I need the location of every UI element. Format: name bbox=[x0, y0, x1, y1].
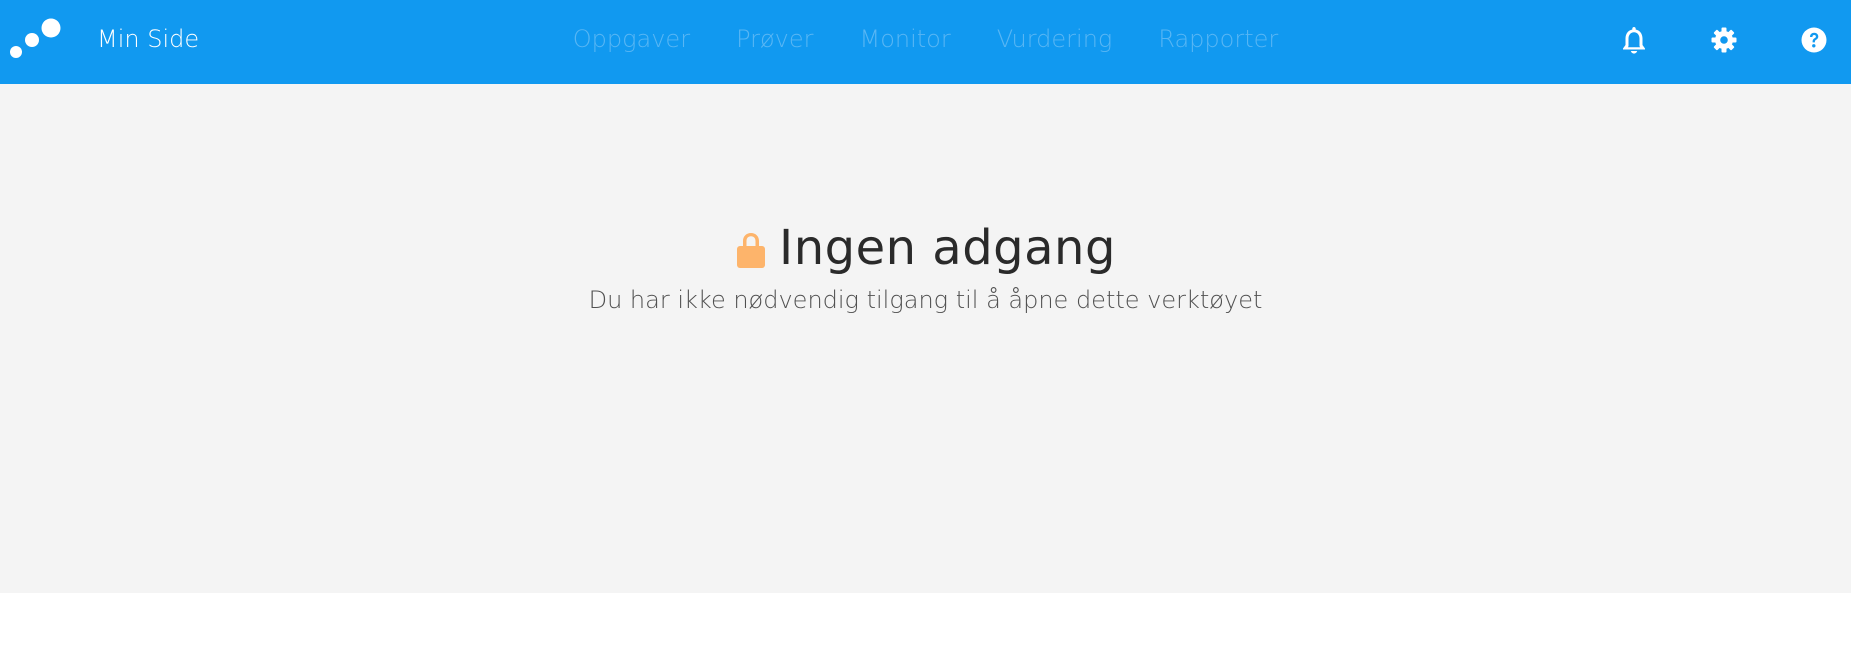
brand-link-min-side[interactable]: Min Side bbox=[97, 24, 199, 54]
page-title: Ingen adgang bbox=[779, 220, 1116, 276]
nav-item-oppgaver[interactable]: Oppgaver bbox=[573, 24, 690, 54]
nav-item-prover[interactable]: Prøver bbox=[736, 24, 813, 54]
lock-icon bbox=[737, 233, 766, 268]
help-icon bbox=[1801, 27, 1827, 53]
help-button[interactable] bbox=[1796, 22, 1832, 58]
notifications-button[interactable] bbox=[1616, 22, 1652, 58]
bell-icon bbox=[1623, 27, 1645, 54]
nav-item-vurdering[interactable]: Vurdering bbox=[997, 24, 1113, 54]
settings-button[interactable] bbox=[1706, 22, 1742, 58]
top-navigation-bar: Min Side Oppgaver Prøver Monitor Vurderi… bbox=[0, 0, 1851, 84]
gear-icon bbox=[1711, 27, 1737, 53]
access-denied-heading: Ingen adgang bbox=[0, 218, 1851, 278]
logo-icon[interactable] bbox=[8, 18, 64, 62]
access-denied-message: Du har ikke nødvendig tilgang til å åpne… bbox=[588, 286, 1263, 314]
main-nav: Oppgaver Prøver Monitor Vurdering Rappor… bbox=[0, 24, 1851, 54]
content-area: Ingen adgang Du har ikke nødvendig tilga… bbox=[0, 84, 1851, 593]
nav-item-monitor[interactable]: Monitor bbox=[860, 24, 951, 54]
nav-item-rapporter[interactable]: Rapporter bbox=[1158, 24, 1278, 54]
